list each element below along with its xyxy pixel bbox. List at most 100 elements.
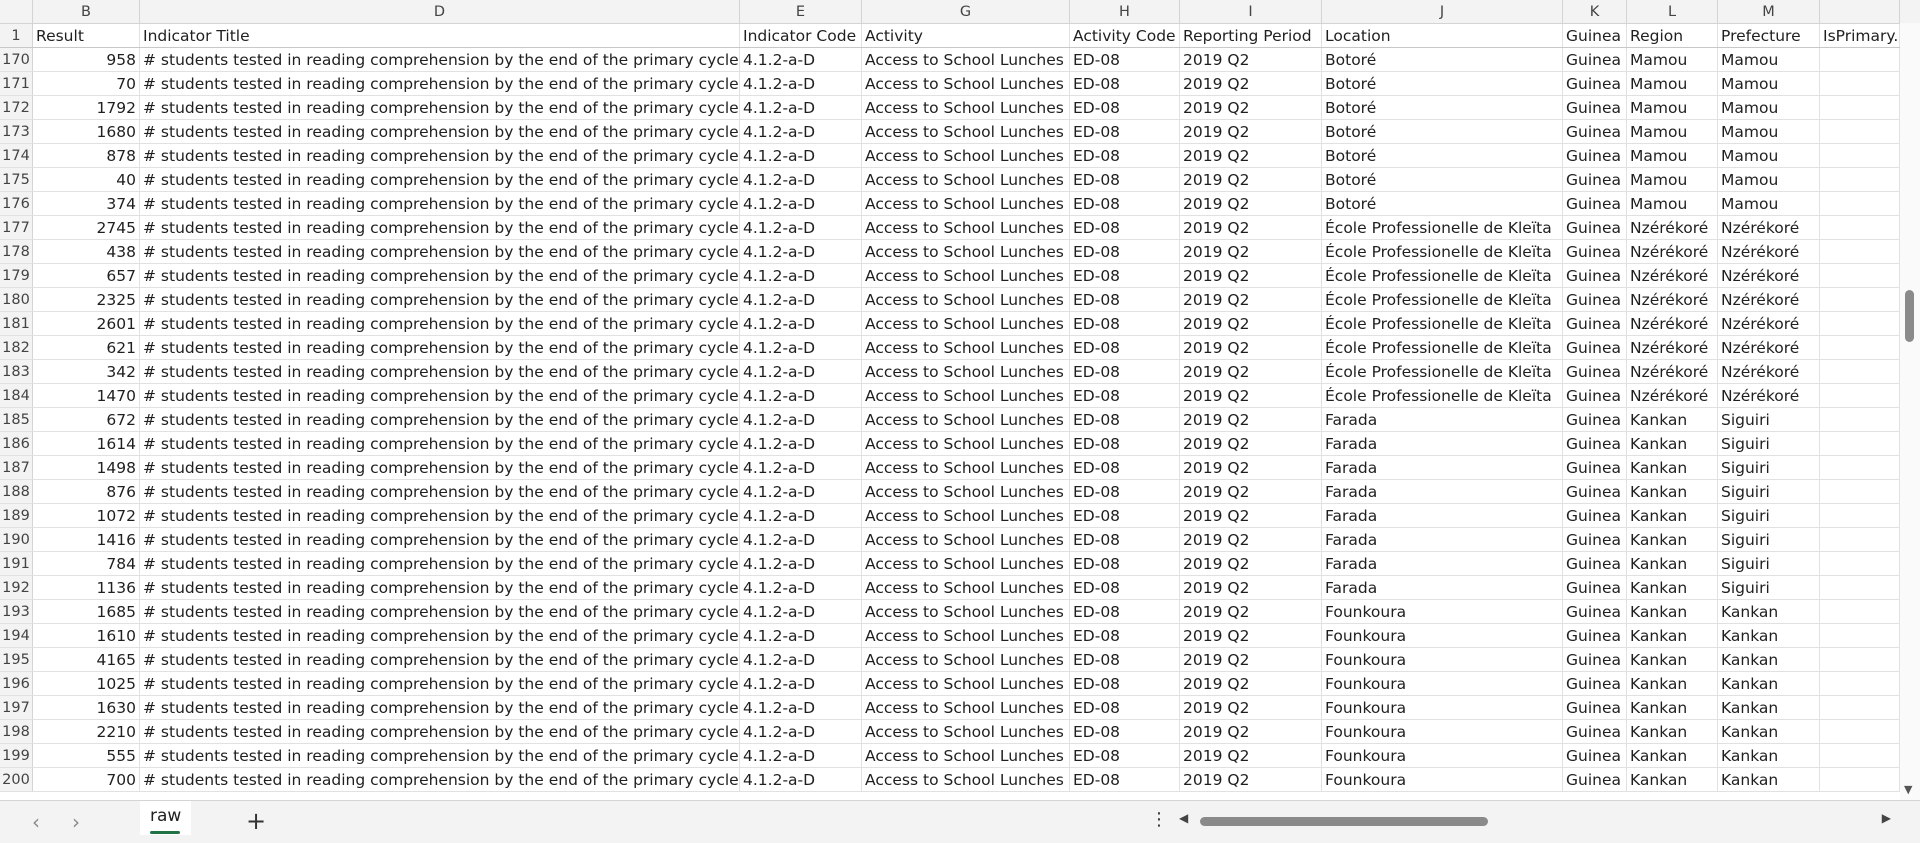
indicator-code-cell[interactable]: 4.1.2-a-D [740,576,862,599]
indicator-code-cell[interactable]: 4.1.2-a-D [740,480,862,503]
reporting-period-cell[interactable]: 2019 Q2 [1180,408,1322,431]
reporting-period-cell[interactable]: 2019 Q2 [1180,240,1322,263]
reporting-period-cell[interactable]: 2019 Q2 [1180,600,1322,623]
activity-cell[interactable]: Access to School Lunches [862,240,1070,263]
indicator-code-cell[interactable]: 4.1.2-a-D [740,432,862,455]
activity-code-cell[interactable]: ED-08 [1070,672,1180,695]
indicator-code-cell[interactable]: 4.1.2-a-D [740,48,862,71]
empty-cell[interactable] [1820,768,1900,791]
row-number[interactable]: 190 [0,528,33,551]
prefecture-cell[interactable]: Nzérékoré [1718,288,1820,311]
prefecture-cell[interactable]: Kankan [1718,600,1820,623]
empty-cell[interactable] [1820,456,1900,479]
location-cell[interactable]: Farada [1322,504,1563,527]
empty-cell[interactable] [1820,216,1900,239]
result-cell[interactable]: 40 [33,168,140,191]
region-cell[interactable]: Kankan [1627,648,1718,671]
prefecture-cell[interactable]: Nzérékoré [1718,240,1820,263]
result-cell[interactable]: 672 [33,408,140,431]
column-header[interactable]: I [1180,0,1322,23]
result-cell[interactable]: 4165 [33,648,140,671]
sheet-tab-raw[interactable]: raw [140,801,192,835]
result-cell[interactable]: 374 [33,192,140,215]
indicator-title-cell[interactable]: # students tested in reading comprehensi… [140,264,740,287]
indicator-title-cell[interactable]: # students tested in reading comprehensi… [140,360,740,383]
prefecture-cell[interactable]: Siguiri [1718,408,1820,431]
empty-cell[interactable] [1820,648,1900,671]
indicator-code-cell[interactable]: 4.1.2-a-D [740,624,862,647]
row-number[interactable]: 188 [0,480,33,503]
header-cell[interactable]: Prefecture [1718,24,1820,47]
activity-cell[interactable]: Access to School Lunches [862,48,1070,71]
indicator-title-cell[interactable]: # students tested in reading comprehensi… [140,96,740,119]
location-cell[interactable]: Botoré [1322,96,1563,119]
empty-cell[interactable] [1820,144,1900,167]
activity-code-cell[interactable]: ED-08 [1070,576,1180,599]
country-cell[interactable]: Guinea [1563,216,1627,239]
reporting-period-cell[interactable]: 2019 Q2 [1180,144,1322,167]
location-cell[interactable]: Founkoura [1322,648,1563,671]
indicator-title-cell[interactable]: # students tested in reading comprehensi… [140,432,740,455]
region-cell[interactable]: Kankan [1627,480,1718,503]
reporting-period-cell[interactable]: 2019 Q2 [1180,672,1322,695]
activity-cell[interactable]: Access to School Lunches [862,288,1070,311]
country-cell[interactable]: Guinea [1563,72,1627,95]
location-cell[interactable]: Botoré [1322,120,1563,143]
row-number[interactable]: 199 [0,744,33,767]
activity-code-cell[interactable]: ED-08 [1070,384,1180,407]
activity-cell[interactable]: Access to School Lunches [862,624,1070,647]
activity-cell[interactable]: Access to School Lunches [862,336,1070,359]
location-cell[interactable]: Founkoura [1322,768,1563,791]
activity-code-cell[interactable]: ED-08 [1070,744,1180,767]
location-cell[interactable]: Founkoura [1322,672,1563,695]
reporting-period-cell[interactable]: 2019 Q2 [1180,336,1322,359]
indicator-code-cell[interactable]: 4.1.2-a-D [740,504,862,527]
activity-cell[interactable]: Access to School Lunches [862,216,1070,239]
empty-cell[interactable] [1820,744,1900,767]
result-cell[interactable]: 1680 [33,120,140,143]
prefecture-cell[interactable]: Nzérékoré [1718,360,1820,383]
activity-cell[interactable]: Access to School Lunches [862,432,1070,455]
empty-cell[interactable] [1820,96,1900,119]
empty-cell[interactable] [1820,120,1900,143]
empty-cell[interactable] [1820,240,1900,263]
row-number[interactable]: 197 [0,696,33,719]
result-cell[interactable]: 784 [33,552,140,575]
country-cell[interactable]: Guinea [1563,168,1627,191]
country-cell[interactable]: Guinea [1563,432,1627,455]
country-cell[interactable]: Guinea [1563,720,1627,743]
row-number[interactable]: 186 [0,432,33,455]
prefecture-cell[interactable]: Mamou [1718,144,1820,167]
location-cell[interactable]: Farada [1322,528,1563,551]
region-cell[interactable]: Kankan [1627,552,1718,575]
country-cell[interactable]: Guinea [1563,504,1627,527]
empty-cell[interactable] [1820,336,1900,359]
header-cell[interactable]: Result [33,24,140,47]
header-cell[interactable]: Activity [862,24,1070,47]
country-cell[interactable]: Guinea [1563,672,1627,695]
indicator-code-cell[interactable]: 4.1.2-a-D [740,648,862,671]
region-cell[interactable]: Nzérékoré [1627,336,1718,359]
indicator-title-cell[interactable]: # students tested in reading comprehensi… [140,576,740,599]
region-cell[interactable]: Mamou [1627,192,1718,215]
row-number[interactable]: 1 [0,24,33,47]
activity-code-cell[interactable]: ED-08 [1070,696,1180,719]
prefecture-cell[interactable]: Siguiri [1718,432,1820,455]
indicator-title-cell[interactable]: # students tested in reading comprehensi… [140,552,740,575]
indicator-title-cell[interactable]: # students tested in reading comprehensi… [140,72,740,95]
indicator-title-cell[interactable]: # students tested in reading comprehensi… [140,144,740,167]
location-cell[interactable]: Founkoura [1322,624,1563,647]
prefecture-cell[interactable]: Kankan [1718,768,1820,791]
next-sheet-arrow-icon[interactable]: › [64,810,88,834]
activity-code-cell[interactable]: ED-08 [1070,360,1180,383]
location-cell[interactable]: École Professionelle de Kleïta [1322,360,1563,383]
result-cell[interactable]: 1792 [33,96,140,119]
row-number[interactable]: 182 [0,336,33,359]
prefecture-cell[interactable]: Kankan [1718,744,1820,767]
country-cell[interactable]: Guinea [1563,408,1627,431]
reporting-period-cell[interactable]: 2019 Q2 [1180,648,1322,671]
reporting-period-cell[interactable]: 2019 Q2 [1180,192,1322,215]
result-cell[interactable]: 1025 [33,672,140,695]
column-header[interactable]: E [740,0,862,23]
indicator-title-cell[interactable]: # students tested in reading comprehensi… [140,48,740,71]
